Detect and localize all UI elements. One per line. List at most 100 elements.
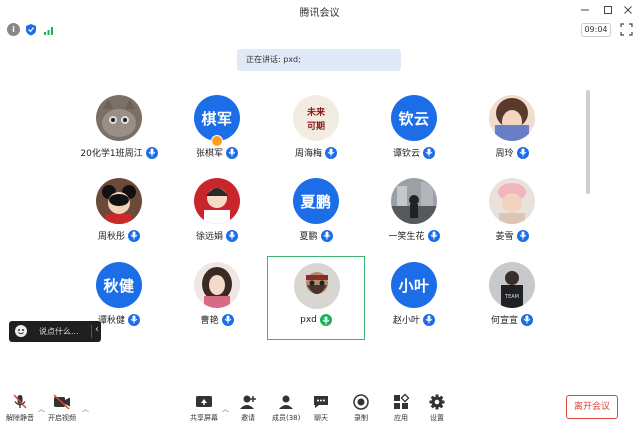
status-bar: i 09:04 xyxy=(0,22,639,38)
avatar xyxy=(294,263,340,309)
participant-name: 20化学1班周江 xyxy=(80,149,143,159)
mic-icon xyxy=(320,229,333,242)
participant-name: 谭钦云 xyxy=(392,149,420,159)
window-title: 腾讯会议 xyxy=(299,8,340,19)
invite-button[interactable]: 邀请 xyxy=(238,388,258,425)
avatar xyxy=(194,262,240,308)
unmute-label: 解除静音 xyxy=(6,414,34,422)
settings-button[interactable]: 设置 xyxy=(427,388,447,425)
video-options-caret-icon[interactable]: ︿ xyxy=(82,404,89,414)
maximize-icon[interactable] xyxy=(601,3,615,17)
participant-name-row: pxd xyxy=(268,314,364,326)
mic-icon xyxy=(325,146,337,159)
mic-icon xyxy=(145,146,158,159)
participant-name-row: 谭钦云 xyxy=(365,146,463,159)
share-options-caret-icon[interactable]: ︿ xyxy=(222,404,229,414)
title-bar: 腾讯会议 xyxy=(0,0,639,20)
audio-options-caret-icon[interactable]: ︿ xyxy=(38,404,45,414)
participant-tile[interactable]: 未来 可期 周海梅 xyxy=(267,89,365,173)
invite-label: 邀请 xyxy=(241,414,255,422)
participant-name: 周海梅 xyxy=(294,149,322,159)
add-user-icon xyxy=(238,392,258,412)
participant-tile[interactable]: 周秋彤 xyxy=(70,172,168,256)
start-video-button[interactable]: 开启视频 xyxy=(48,388,76,425)
quick-chat-bar[interactable]: 说点什么... ‹ xyxy=(9,321,101,342)
avatar xyxy=(194,178,240,224)
members-label: 成员(38) xyxy=(272,414,301,422)
participant-name-row: 姜雪 xyxy=(463,229,561,242)
avatar xyxy=(489,95,535,141)
participant-name: 曹艳 xyxy=(200,316,219,326)
chat-icon xyxy=(311,392,331,412)
participant-name: 徐远娟 xyxy=(195,232,223,242)
record-button[interactable]: 录制 xyxy=(351,388,371,425)
apps-button[interactable]: 应用 xyxy=(391,388,411,425)
participant-tile[interactable]: 钦云 谭钦云 xyxy=(365,89,463,173)
participant-tile[interactable]: 周玲 xyxy=(463,89,561,173)
participant-tile[interactable]: 小叶 赵小叶 xyxy=(365,256,463,340)
participant-tile[interactable]: 20化学1班周江 xyxy=(70,89,168,173)
fullscreen-icon[interactable] xyxy=(620,23,633,36)
participant-name-row: 周秋彤 xyxy=(70,229,168,242)
participant-tile[interactable]: 姜雪 xyxy=(463,172,561,256)
participant-name: 周玲 xyxy=(495,149,514,159)
unmute-button[interactable]: 解除静音 xyxy=(6,388,34,425)
members-button[interactable]: 成员(38) xyxy=(272,388,300,425)
participant-name: 夏鹏 xyxy=(299,232,318,242)
leave-meeting-button[interactable]: 离开会议 xyxy=(566,395,618,419)
participant-name: 何宣宣 xyxy=(490,316,518,326)
participant-name: 周秋彤 xyxy=(97,232,125,242)
participant-name-row: 一笑生花 xyxy=(365,229,463,242)
members-icon xyxy=(276,392,296,412)
participant-name-row: 张棋军 xyxy=(168,146,266,159)
minimize-icon[interactable] xyxy=(578,3,592,17)
record-label: 录制 xyxy=(354,414,368,422)
shield-icon[interactable] xyxy=(24,23,37,36)
participant-tile[interactable]: pxd xyxy=(267,256,365,340)
mic-icon xyxy=(226,229,238,242)
speaking-mic-icon xyxy=(319,314,332,326)
emoji-icon[interactable] xyxy=(15,325,27,337)
apps-icon xyxy=(391,392,411,412)
apps-label: 应用 xyxy=(394,414,408,422)
scrollbar[interactable] xyxy=(586,90,590,194)
video-off-icon xyxy=(52,392,72,412)
mic-icon xyxy=(521,313,533,326)
gear-icon xyxy=(427,392,447,412)
participant-name-row: 赵小叶 xyxy=(365,313,463,326)
participant-tile[interactable]: 徐远娟 xyxy=(168,172,266,256)
chat-placeholder[interactable]: 说点什么... xyxy=(39,326,79,337)
signal-icon[interactable] xyxy=(42,23,55,36)
avatar: 小叶 xyxy=(391,262,437,308)
avatar: 钦云 xyxy=(391,95,437,141)
settings-label: 设置 xyxy=(430,414,444,422)
mic-icon xyxy=(423,313,435,326)
share-screen-button[interactable]: 共享屏幕 xyxy=(190,388,218,425)
participant-name: 赵小叶 xyxy=(392,316,420,326)
mic-icon xyxy=(427,229,440,242)
speaking-indicator: 正在讲话: pxd; xyxy=(237,49,401,71)
participant-tile[interactable]: TEAM 何宣宣 xyxy=(463,256,561,340)
collapse-chevron-icon[interactable]: ‹ xyxy=(95,324,99,335)
divider xyxy=(91,325,92,338)
chat-label: 聊天 xyxy=(314,414,328,422)
avatar xyxy=(96,95,142,141)
avatar: TEAM xyxy=(489,262,535,308)
chat-button[interactable]: 聊天 xyxy=(311,388,331,425)
close-icon[interactable] xyxy=(621,3,635,17)
mic-icon xyxy=(516,146,529,159)
mic-icon xyxy=(128,229,140,242)
participant-tile[interactable]: 一笑生花 xyxy=(365,172,463,256)
participant-tile[interactable]: 曹艳 xyxy=(168,256,266,340)
participant-tile[interactable]: 棋军 张棋军 xyxy=(168,89,266,173)
muted-mic-icon xyxy=(10,392,30,412)
mic-icon xyxy=(226,146,238,159)
start-video-label: 开启视频 xyxy=(48,414,76,422)
participant-tile[interactable]: 夏鹏 夏鹏 xyxy=(267,172,365,256)
mic-icon xyxy=(221,313,234,326)
participant-name-row: 何宣宣 xyxy=(463,313,561,326)
record-icon xyxy=(351,392,371,412)
avatar xyxy=(391,178,437,224)
mic-icon xyxy=(128,313,140,326)
info-icon[interactable]: i xyxy=(7,23,20,36)
